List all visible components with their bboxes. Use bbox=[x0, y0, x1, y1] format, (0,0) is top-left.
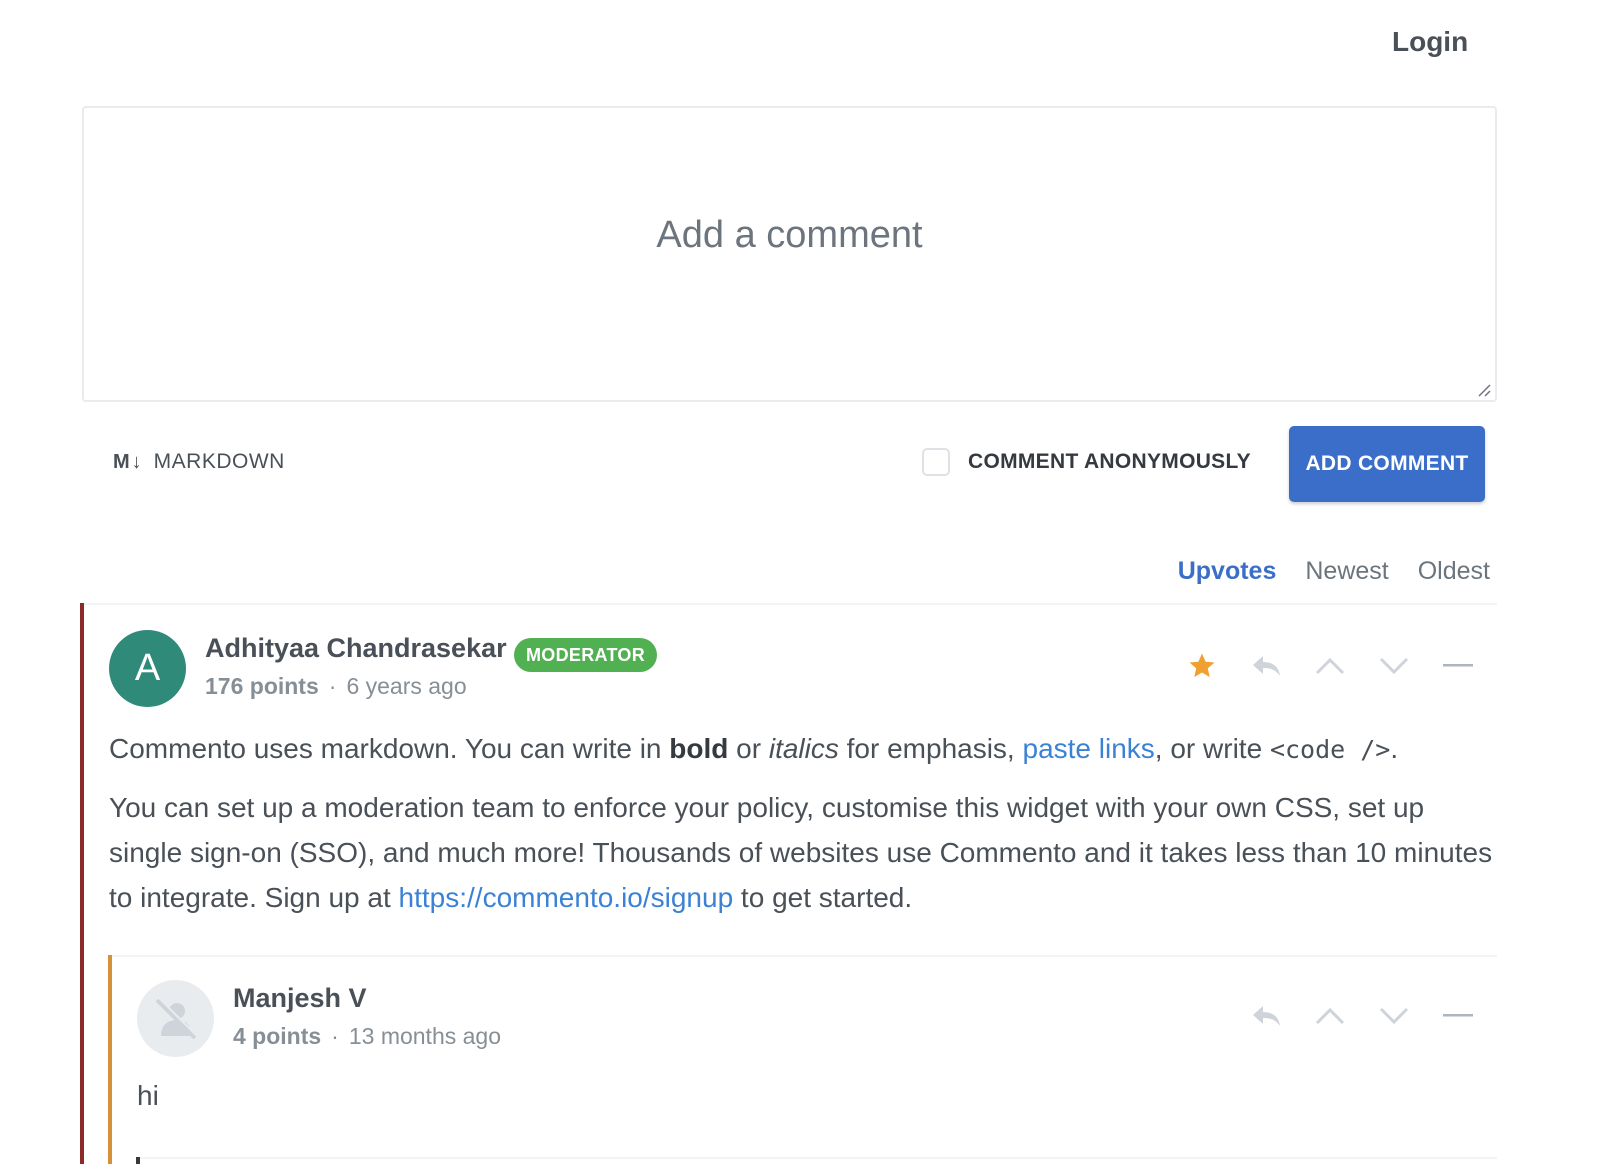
avatar-letter: A bbox=[134, 647, 161, 689]
reply-author[interactable]: Manjesh V bbox=[233, 983, 367, 1014]
comment-paragraph: You can set up a moderation team to enfo… bbox=[109, 792, 1493, 913]
markdown-label: MARKDOWN bbox=[153, 450, 285, 473]
downvote-icon[interactable] bbox=[1362, 648, 1426, 684]
comment-points: 176 points bbox=[205, 673, 319, 699]
upvote-icon[interactable] bbox=[1298, 648, 1362, 684]
reply-points: 4 points bbox=[233, 1023, 322, 1049]
comment-meta: 176 points · 6 years ago bbox=[205, 673, 467, 700]
collapse-icon[interactable] bbox=[1426, 648, 1490, 684]
italic-text: italics bbox=[768, 733, 839, 764]
reply-body: hi bbox=[137, 1080, 159, 1111]
comment-actions bbox=[1170, 648, 1490, 684]
sort-oldest-tab[interactable]: Oldest bbox=[1418, 557, 1490, 586]
meta-separator: · bbox=[328, 673, 337, 699]
star-icon[interactable] bbox=[1170, 648, 1234, 684]
comment-textarea[interactable] bbox=[82, 106, 1497, 402]
comment-paragraph: Commento uses markdown. You can write in… bbox=[109, 733, 1399, 764]
collapse-icon[interactable] bbox=[1426, 998, 1490, 1034]
reply-timestamp[interactable]: 13 months ago bbox=[349, 1023, 501, 1049]
comment-divider bbox=[82, 603, 1497, 605]
anonymous-label: COMMENT ANONYMOUSLY bbox=[968, 450, 1251, 473]
moderator-badge: MODERATOR bbox=[514, 638, 658, 672]
markdown-help-toggle[interactable]: M↓ MARKDOWN bbox=[113, 450, 285, 474]
comment-body: Commento uses markdown. You can write in… bbox=[109, 726, 1504, 933]
reply-icon[interactable] bbox=[1234, 998, 1298, 1034]
markdown-icon: M↓ bbox=[113, 450, 144, 473]
sort-newest-tab[interactable]: Newest bbox=[1305, 557, 1388, 586]
comment-timestamp[interactable]: 6 years ago bbox=[346, 673, 466, 699]
resize-handle-icon[interactable] bbox=[1477, 383, 1491, 397]
anonymous-checkbox[interactable] bbox=[922, 448, 950, 476]
sort-tabs: Upvotes Newest Oldest bbox=[1178, 557, 1490, 586]
anonymous-option[interactable]: COMMENT ANONYMOUSLY bbox=[922, 448, 1251, 476]
add-comment-button[interactable]: ADD COMMENT bbox=[1289, 426, 1485, 502]
meta-separator: · bbox=[331, 1023, 339, 1049]
signup-link[interactable]: https://commento.io/signup bbox=[399, 882, 734, 913]
bold-text: bold bbox=[669, 733, 729, 764]
reply-divider bbox=[109, 955, 1497, 957]
inline-code: <code /> bbox=[1269, 735, 1391, 764]
login-link[interactable]: Login bbox=[1392, 26, 1468, 58]
upvote-icon[interactable] bbox=[1298, 998, 1362, 1034]
downvote-icon[interactable] bbox=[1362, 998, 1426, 1034]
paste-links-link[interactable]: paste links bbox=[1023, 733, 1155, 764]
nested-thread-bar bbox=[136, 1157, 140, 1164]
reply-meta: 4 points · 13 months ago bbox=[233, 1023, 501, 1050]
nested-reply-divider bbox=[137, 1157, 1497, 1159]
reply-actions bbox=[1234, 998, 1490, 1034]
reply-thread-bar bbox=[108, 955, 112, 1164]
commento-widget: Login M↓ MARKDOWN COMMENT ANONYMOUSLY AD… bbox=[0, 0, 1610, 1164]
avatar: A bbox=[109, 630, 186, 707]
comment-author[interactable]: Adhityaa Chandrasekar bbox=[205, 633, 507, 664]
reply-icon[interactable] bbox=[1234, 648, 1298, 684]
anonymous-avatar-icon bbox=[137, 980, 214, 1057]
sort-upvotes-tab[interactable]: Upvotes bbox=[1178, 557, 1277, 586]
comment-thread-bar bbox=[80, 603, 84, 1164]
